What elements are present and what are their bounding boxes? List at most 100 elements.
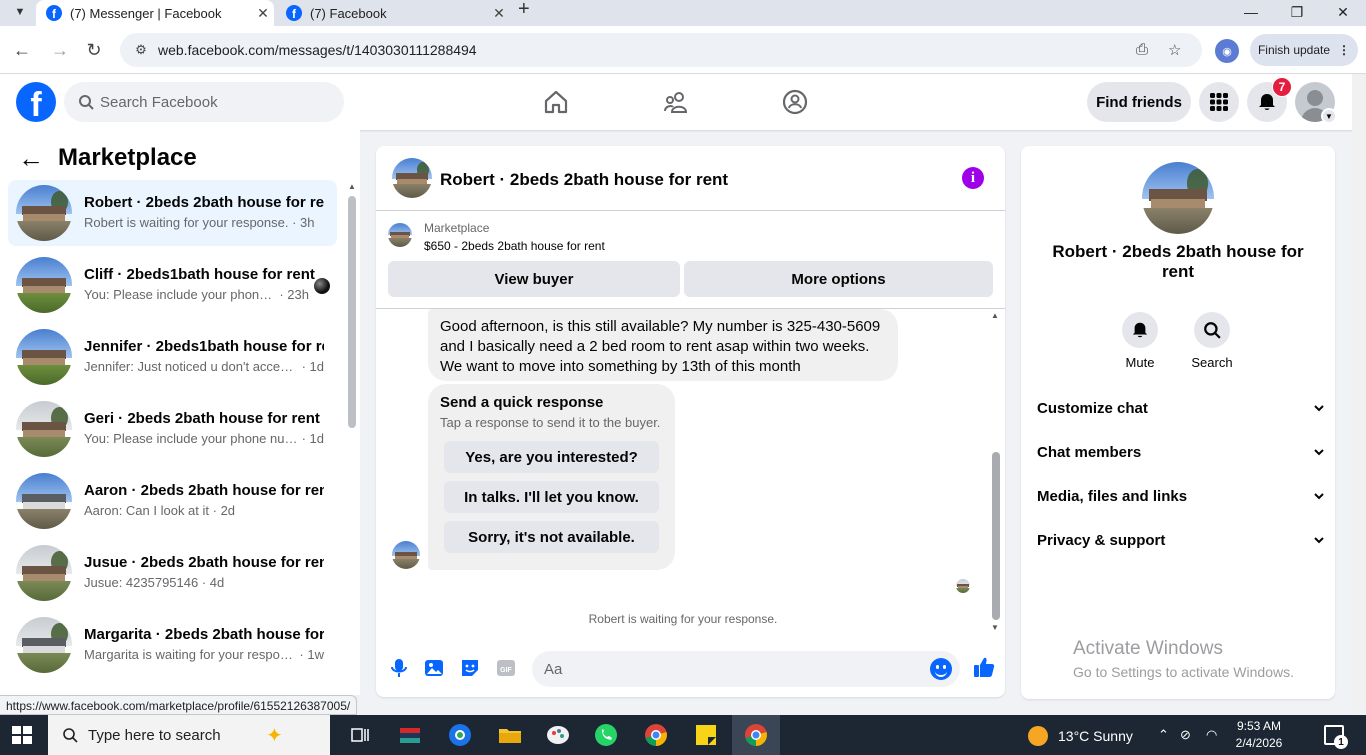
site-info-icon[interactable]: ⚙ [126, 42, 156, 58]
reload-icon[interactable]: ↻ [82, 38, 106, 62]
quick-response-option[interactable]: Sorry, it's not available. [444, 521, 659, 553]
scrollbar-thumb[interactable] [348, 196, 356, 428]
conversation-list-panel: ← Marketplace Robert · 2beds 2bath house… [0, 130, 360, 695]
info-icon[interactable]: i [962, 167, 984, 189]
search-input[interactable] [100, 93, 320, 111]
message-thread-scrollbar[interactable]: ▲ ▼ [990, 309, 1002, 637]
conversation-list-scrollbar[interactable]: ▲ [346, 180, 358, 695]
notification-count-badge: 7 [1272, 77, 1292, 97]
close-tab-icon[interactable]: ✕ [252, 5, 274, 22]
chrome-icon[interactable] [642, 721, 670, 749]
like-thumbs-up-icon[interactable] [972, 655, 996, 679]
menu-button[interactable] [1199, 82, 1239, 122]
copilot-sparkle-icon[interactable]: ✦ [266, 723, 283, 748]
message-input-field[interactable] [532, 651, 960, 687]
sun-icon [1028, 726, 1048, 746]
conversation-item[interactable]: Cliff · 2beds1bath house for rent You: P… [8, 252, 337, 318]
tray-expand-icon[interactable]: ⌃ [1158, 727, 1169, 743]
conversation-item[interactable]: Aaron · 2beds 2bath house for rent Aaron… [8, 468, 337, 534]
section-privacy-support[interactable]: Privacy & support [1029, 518, 1327, 562]
view-buyer-button[interactable]: View buyer [388, 261, 680, 297]
microphone-icon[interactable] [388, 657, 410, 679]
search-action[interactable]: Search [1182, 312, 1242, 370]
page-scrollbar[interactable] [1352, 74, 1366, 714]
close-window-icon[interactable]: ✕ [1320, 0, 1366, 24]
conversation-snippet: Jennifer: Just noticed u don't accept pe… [84, 359, 324, 374]
chat-avatar[interactable] [392, 158, 432, 198]
finish-update-button[interactable]: Finish update ⋮ [1250, 34, 1358, 66]
scroll-up-icon[interactable]: ▲ [348, 182, 356, 191]
scrollbar-thumb[interactable] [992, 452, 1000, 620]
file-explorer-icon[interactable] [496, 721, 524, 749]
quick-response-option[interactable]: In talks. I'll let you know. [444, 481, 659, 513]
tab-facebook[interactable]: f (7) Facebook ✕ [276, 0, 510, 26]
tab-messenger[interactable]: f (7) Messenger | Facebook ✕ [36, 0, 274, 26]
forward-arrow-icon[interactable]: → [48, 38, 72, 62]
message-thread: Good afternoon, is this still available?… [376, 309, 1005, 637]
url-text[interactable]: web.facebook.com/messages/t/140303011128… [158, 42, 477, 58]
system-clock[interactable]: 9:53 AM 2/4/2026 [1229, 718, 1289, 752]
conversation-item[interactable]: Robert · 2beds 2bath house for rent Robe… [8, 180, 337, 246]
section-chat-members[interactable]: Chat members [1029, 430, 1327, 474]
chrome-profile-icon[interactable] [446, 721, 474, 749]
chrome-active-icon[interactable] [742, 721, 770, 749]
task-view-icon[interactable] [346, 721, 374, 749]
conversation-item[interactable]: Margarita · 2beds 2bath house for rent M… [8, 612, 337, 678]
friends-icon[interactable] [662, 88, 690, 116]
search-icon [63, 728, 78, 743]
weather-widget[interactable]: 13°C Sunny [1028, 726, 1133, 746]
bell-icon [1132, 322, 1148, 338]
taskbar-search[interactable]: Type here to search ✦ [48, 715, 330, 755]
minimize-icon[interactable]: — [1228, 0, 1274, 24]
contact-avatar[interactable] [1142, 162, 1214, 234]
tab-search-chevron-icon[interactable]: ▼ [8, 0, 32, 24]
message-input[interactable] [544, 660, 904, 678]
conversation-name: Jennifer · 2beds1bath house for rent [84, 338, 324, 355]
emoji-icon[interactable] [930, 658, 952, 680]
sender-avatar[interactable] [392, 541, 420, 569]
more-options-button[interactable]: More options [684, 261, 993, 297]
network-off-icon[interactable]: ⊘ [1180, 727, 1191, 743]
scroll-down-icon[interactable]: ▼ [991, 623, 999, 632]
install-app-icon[interactable]: ⎙ [1136, 41, 1148, 58]
activate-windows-title: Activate Windows [1073, 638, 1223, 659]
conversation-name: Aaron · 2beds 2bath house for rent [84, 482, 324, 499]
chat-title[interactable]: Robert · 2beds 2bath house for rent [440, 170, 728, 190]
facebook-favicon-icon: f [46, 5, 62, 21]
sticky-notes-icon[interactable] [692, 721, 720, 749]
omnibox[interactable]: ⚙ web.facebook.com/messages/t/1403030111… [120, 33, 1202, 67]
mute-action[interactable]: Mute [1110, 312, 1170, 370]
conversation-item[interactable]: Jennifer · 2beds1bath house for rent Jen… [8, 324, 337, 390]
close-tab-icon[interactable]: ✕ [488, 5, 510, 22]
sticker-icon[interactable] [459, 657, 481, 679]
groups-icon[interactable] [781, 88, 809, 116]
incoming-message-bubble[interactable]: Good afternoon, is this still available?… [428, 309, 898, 381]
chevron-down-icon[interactable]: ▼ [1321, 108, 1337, 124]
finish-update-label: Finish update [1257, 43, 1331, 57]
browser-profile-icon[interactable]: ◉ [1215, 39, 1239, 63]
windows-start-icon[interactable] [12, 726, 32, 744]
whatsapp-icon[interactable] [592, 721, 620, 749]
new-tab-icon[interactable]: + [518, 0, 530, 24]
conversation-item[interactable]: Geri · 2beds 2bath house for rent You: P… [8, 396, 337, 462]
home-icon[interactable] [542, 88, 570, 116]
restore-icon[interactable]: ❐ [1274, 0, 1320, 24]
conversation-item[interactable]: Jusue · 2beds 2bath house for rent Jusue… [8, 540, 337, 606]
listing-price-title[interactable]: $650 - 2beds 2bath house for rent [424, 239, 605, 253]
scroll-up-icon[interactable]: ▲ [991, 311, 999, 320]
section-customize-chat[interactable]: Customize chat [1029, 386, 1327, 430]
facebook-search[interactable] [64, 82, 344, 122]
back-arrow-icon[interactable]: ← [18, 145, 44, 171]
quick-response-option[interactable]: Yes, are you interested? [444, 441, 659, 473]
gif-icon[interactable]: GIF [495, 657, 517, 679]
paint-app-icon[interactable] [544, 721, 572, 749]
section-media-files-links[interactable]: Media, files and links [1029, 474, 1327, 518]
facebook-logo-icon[interactable]: f [16, 82, 56, 122]
section-label: Media, files and links [1037, 487, 1188, 505]
wifi-icon[interactable]: ◠ [1206, 727, 1217, 743]
flag-app-icon[interactable] [396, 721, 424, 749]
find-friends-button[interactable]: Find friends [1087, 82, 1191, 122]
back-arrow-icon[interactable]: ← [10, 38, 34, 62]
photo-icon[interactable] [423, 657, 445, 679]
bookmark-star-icon[interactable]: ☆ [1168, 41, 1181, 59]
